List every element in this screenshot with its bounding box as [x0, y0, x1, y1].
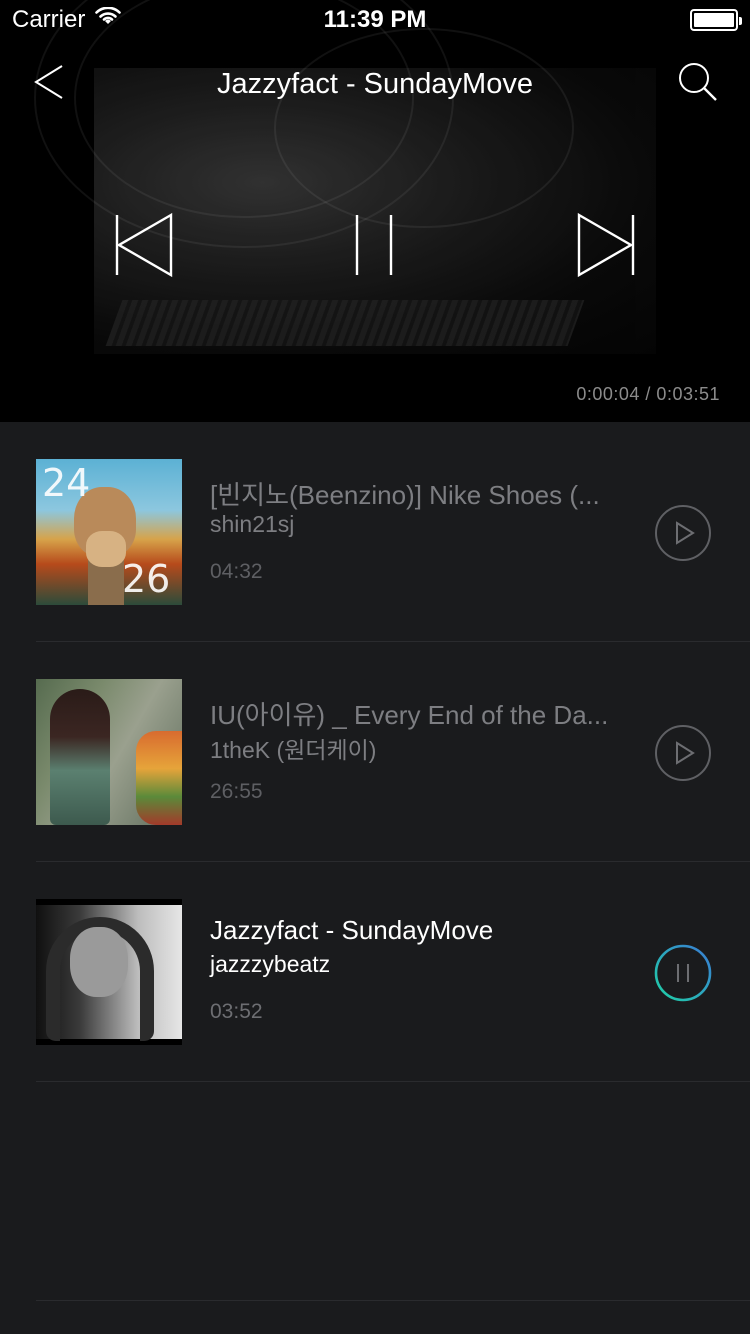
video-duration: 04:32 [210, 560, 263, 583]
skip-previous-icon [115, 212, 173, 278]
video-thumbnail[interactable]: 24 26 [36, 459, 182, 605]
video-duration: 26:55 [210, 780, 263, 803]
thumbnail-text: 26 [122, 557, 171, 601]
play-icon [655, 725, 711, 781]
pause-button[interactable] [345, 210, 405, 280]
video-title[interactable]: IU(아이유) _ Every End of the Da... [210, 695, 630, 732]
back-button[interactable] [28, 60, 72, 104]
list-item[interactable]: 24 26 [빈지노(Beenzino)] Nike Shoes (... sh… [36, 422, 750, 642]
list-item[interactable]: IU(아이유) _ Every End of the Da... 1theK (… [36, 642, 750, 862]
pause-icon [355, 215, 393, 275]
video-thumbnail[interactable] [36, 679, 182, 825]
search-button[interactable] [676, 60, 720, 104]
play-button[interactable] [654, 504, 712, 562]
pause-button[interactable] [654, 944, 712, 1002]
previous-button[interactable] [110, 210, 180, 280]
battery-icon [690, 9, 742, 31]
player-title: Jazzyfact - SundayMove [217, 68, 533, 100]
next-button[interactable] [570, 210, 640, 280]
video-channel: 1theK (원더케이) [210, 737, 377, 763]
chevron-left-icon [34, 65, 63, 99]
play-icon [655, 505, 711, 561]
video-title[interactable]: Jazzyfact - SundayMove [210, 915, 630, 946]
playback-time: 0:00:04 / 0:03:51 [576, 384, 720, 404]
play-button[interactable] [654, 724, 712, 782]
video-channel: jazzzybeatz [210, 951, 331, 977]
divider [36, 1300, 750, 1301]
video-duration: 03:52 [210, 1000, 263, 1023]
playlist: 24 26 [빈지노(Beenzino)] Nike Shoes (... sh… [0, 422, 750, 1082]
wifi-icon [95, 6, 122, 34]
thumbnail-text: 24 [42, 461, 91, 505]
skip-next-icon [577, 212, 635, 278]
list-item-now-playing[interactable]: Jazzyfact - SundayMove jazzzybeatz 03:52 [36, 862, 750, 1082]
pause-icon [654, 944, 712, 1002]
video-title[interactable]: [빈지노(Beenzino)] Nike Shoes (... [210, 475, 630, 512]
status-bar: Carrier 11:39 PM [0, 0, 750, 40]
search-icon [679, 63, 717, 101]
video-player[interactable]: Carrier 11:39 PM Jazzyfact - SundayMove [0, 0, 750, 422]
video-channel: shin21sj [210, 511, 295, 537]
carrier-label: Carrier [12, 6, 86, 33]
video-thumbnail[interactable] [36, 899, 182, 1045]
screen: Carrier 11:39 PM Jazzyfact - SundayMove [0, 0, 750, 1334]
